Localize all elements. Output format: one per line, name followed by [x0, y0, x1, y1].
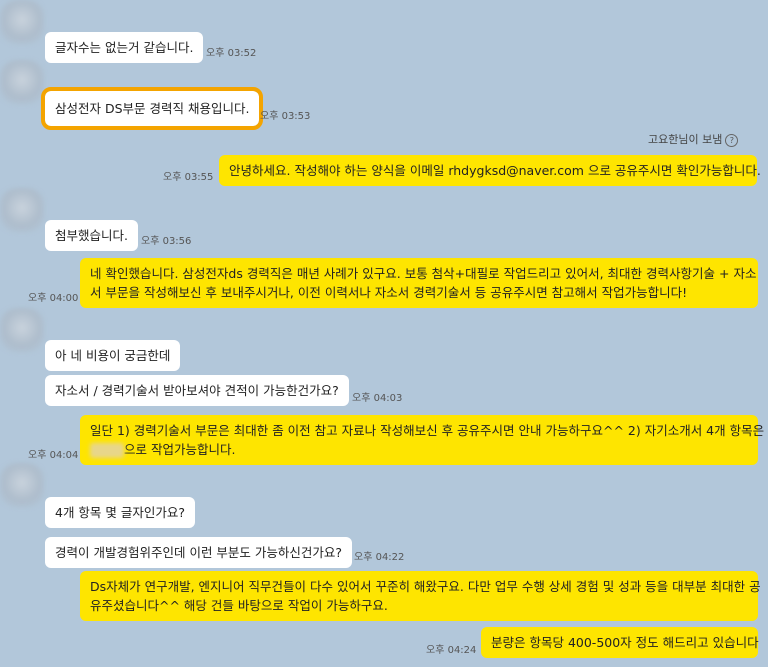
message-time: 오후 03:52: [206, 48, 257, 59]
avatar[interactable]: [0, 463, 44, 507]
message-bubble-highlighted[interactable]: 삼성전자 DS부문 경력직 채용입니다.: [40, 87, 264, 130]
message-bubble[interactable]: 안녕하세요. 작성해야 하는 양식을 이메일 rhdygksd@naver.co…: [219, 155, 761, 186]
sender-note: 고요한님이 보냄?: [648, 131, 739, 147]
avatar[interactable]: [0, 188, 44, 232]
message-time: 오후 04:04: [28, 450, 79, 461]
message-time: 오후 04:03: [352, 393, 403, 404]
message-line: 유주셨습니다^^ 해당 건들 바탕으로 작업이 가능하구요.: [90, 598, 388, 613]
avatar[interactable]: [0, 308, 44, 352]
message-bubble[interactable]: 4개 항목 몇 글자인가요?: [45, 497, 196, 528]
message-line: 네 확인했습니다. 삼성전자ds 경력직은 매년 사례가 있구요. 보통 첨삭+…: [90, 266, 757, 281]
message-line-suffix: 으로 작업가능합니다.: [124, 442, 236, 457]
message-bubble[interactable]: 아 네 비용이 궁금한데: [45, 340, 181, 371]
message-line: 으로 작업가능합니다.: [90, 440, 748, 459]
help-icon[interactable]: ?: [725, 133, 739, 147]
message-time: 오후 04:24: [426, 645, 477, 656]
message-time: 오후 03:55: [163, 172, 214, 183]
message-time: 오후 04:00: [28, 293, 79, 304]
redacted-text: [90, 443, 124, 458]
sender-name: 고요한님이 보냄: [648, 133, 723, 146]
message-bubble[interactable]: 네 확인했습니다. 삼성전자ds 경력직은 매년 사례가 있구요. 보통 첨삭+…: [80, 258, 758, 308]
message-bubble[interactable]: 경력이 개발경험위주인데 이런 부분도 가능하신건가요?: [45, 537, 353, 568]
message-bubble[interactable]: 글자수는 없는거 같습니다.: [45, 32, 204, 63]
avatar[interactable]: [0, 0, 44, 44]
message-time: 오후 04:22: [354, 552, 405, 563]
message-line: Ds자체가 연구개발, 엔지니어 직무건들이 다수 있어서 꾸준히 해왔구요. …: [90, 579, 761, 594]
message-time: 오후 03:53: [260, 111, 311, 122]
message-bubble[interactable]: 일단 1) 경력기술서 부문은 최대한 좀 이전 참고 자료나 작성해보신 후 …: [80, 415, 765, 465]
message-time: 오후 03:56: [141, 236, 192, 247]
message-line: 일단 1) 경력기술서 부문은 최대한 좀 이전 참고 자료나 작성해보신 후 …: [90, 423, 765, 438]
message-bubble[interactable]: Ds자체가 연구개발, 엔지니어 직무건들이 다수 있어서 꾸준히 해왔구요. …: [80, 571, 761, 621]
message-bubble[interactable]: 첨부했습니다.: [45, 220, 138, 251]
message-bubble[interactable]: 자소서 / 경력기술서 받아보셔야 견적이 가능한건가요?: [45, 375, 349, 406]
avatar[interactable]: [0, 60, 44, 104]
message-bubble[interactable]: 분량은 항목당 400-500자 정도 해드리고 있습니다: [481, 627, 759, 658]
message-line: 서 부문을 작성해보신 후 보내주시거나, 이전 이력서나 자소서 경력기술서 …: [90, 285, 688, 300]
